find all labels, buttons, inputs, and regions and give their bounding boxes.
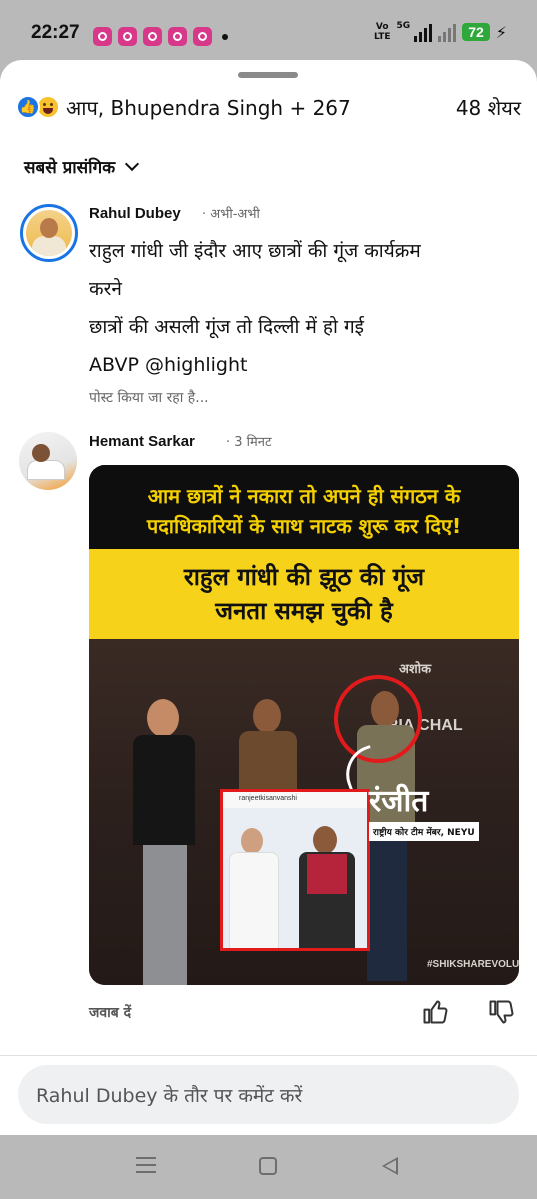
comments-sheet: 👍 आप, Bhupendra Singh + 267 48 शेयर सबसे… bbox=[0, 60, 537, 1135]
reactions-summary[interactable]: 👍 आप, Bhupendra Singh + 267 48 शेयर bbox=[16, 92, 521, 122]
comment-time: · 3 मिनट bbox=[226, 435, 272, 450]
comment-image[interactable]: आम छात्रों ने नकारा तो अपने ही संगठन के … bbox=[89, 465, 519, 985]
hashtag-text: #SHIKSHAREVOLU bbox=[427, 959, 519, 970]
image-headline-line: आम छात्रों ने नकारा तो अपने ही संगठन के bbox=[147, 484, 461, 508]
person-figure bbox=[129, 699, 199, 985]
image-banner: राहुल गांधी की झूठ की गूंज जनता समझ चुकी… bbox=[89, 549, 519, 639]
more-notifications-dot-icon bbox=[222, 33, 228, 40]
comment-text-line: ABVP @highlight bbox=[89, 354, 248, 376]
chevron-down-icon bbox=[125, 156, 140, 172]
comment-text-line: करने bbox=[89, 278, 122, 300]
inset-handle: ranjeetkisanvanshi bbox=[223, 792, 367, 808]
avatar[interactable] bbox=[20, 204, 78, 262]
recent-apps-icon[interactable] bbox=[136, 1157, 156, 1173]
posting-status: पोस्ट किया जा रहा है... bbox=[89, 390, 209, 406]
comment-author[interactable]: Hemant Sarkar bbox=[89, 433, 195, 450]
comment-text: राहुल गांधी जी इंदौर आए छात्रों की गूंज … bbox=[89, 232, 509, 384]
instagram-icon bbox=[93, 27, 112, 46]
person-name-label: रंजीत bbox=[369, 784, 429, 819]
like-icon: 👍 bbox=[16, 95, 40, 119]
status-indicators: Vo LTE 5G 72 ⚡ bbox=[373, 21, 507, 42]
signal-strength-icon bbox=[414, 22, 433, 42]
sort-label: सबसे प्रासंगिक bbox=[24, 158, 116, 178]
image-photo: अशोक TRIA CHAL ranjeetkisanvanshi रंजीत … bbox=[89, 639, 519, 985]
avatar[interactable] bbox=[19, 432, 77, 490]
stage-text: अशोक bbox=[399, 662, 432, 677]
instagram-icon bbox=[118, 27, 137, 46]
divider bbox=[0, 1055, 537, 1056]
like-thumb-icon[interactable] bbox=[421, 998, 449, 1026]
status-time: 22:27 bbox=[31, 22, 80, 43]
comment-author[interactable]: Rahul Dubey bbox=[89, 205, 181, 222]
person-role-label: राष्ट्रीय कोर टीम मेंबर, NEYU bbox=[369, 822, 479, 841]
instagram-icon bbox=[143, 27, 162, 46]
instagram-icon bbox=[193, 27, 212, 46]
highlight-circle bbox=[334, 675, 422, 763]
back-icon[interactable] bbox=[382, 1157, 398, 1175]
dislike-thumb-icon[interactable] bbox=[487, 998, 515, 1026]
reply-button[interactable]: जवाब दें bbox=[89, 1003, 131, 1022]
sheet-drag-handle[interactable] bbox=[238, 72, 298, 78]
shares-count[interactable]: 48 शेयर bbox=[456, 94, 521, 121]
image-headline-line: पदाधिकारियों के साथ नाटक शुरू कर दिए! bbox=[146, 514, 462, 538]
sort-dropdown[interactable]: सबसे प्रासंगिक bbox=[24, 155, 140, 178]
charging-icon: ⚡ bbox=[495, 22, 507, 42]
inset-photo: ranjeetkisanvanshi bbox=[220, 789, 370, 951]
image-banner-line: जनता समझ चुकी है bbox=[215, 597, 393, 625]
home-icon[interactable] bbox=[259, 1157, 277, 1175]
network-type: 5G bbox=[396, 21, 411, 31]
instagram-icon bbox=[168, 27, 187, 46]
system-nav-bar bbox=[0, 1135, 537, 1199]
notification-icons bbox=[93, 27, 228, 46]
image-banner-line: राहुल गांधी की झूठ की गूंज bbox=[183, 563, 425, 591]
volte-icon: Vo LTE bbox=[373, 22, 391, 42]
image-headline: आम छात्रों ने नकारा तो अपने ही संगठन के … bbox=[89, 465, 519, 549]
battery-level: 72 bbox=[462, 23, 490, 41]
comment-time: · अभी-अभी bbox=[202, 207, 260, 222]
comment-input[interactable]: Rahul Dubey के तौर पर कमेंट करें bbox=[18, 1065, 519, 1124]
reactors-text: आप, Bhupendra Singh + 267 bbox=[66, 95, 351, 120]
signal-strength-sim2-icon bbox=[438, 22, 457, 42]
comment-text-line: छात्रों की असली गूंज तो दिल्ली में हो गई bbox=[89, 316, 364, 338]
status-bar: 22:27 Vo LTE 5G 72 ⚡ bbox=[0, 0, 537, 68]
comment-text-line: राहुल गांधी जी इंदौर आए छात्रों की गूंज … bbox=[89, 240, 421, 262]
